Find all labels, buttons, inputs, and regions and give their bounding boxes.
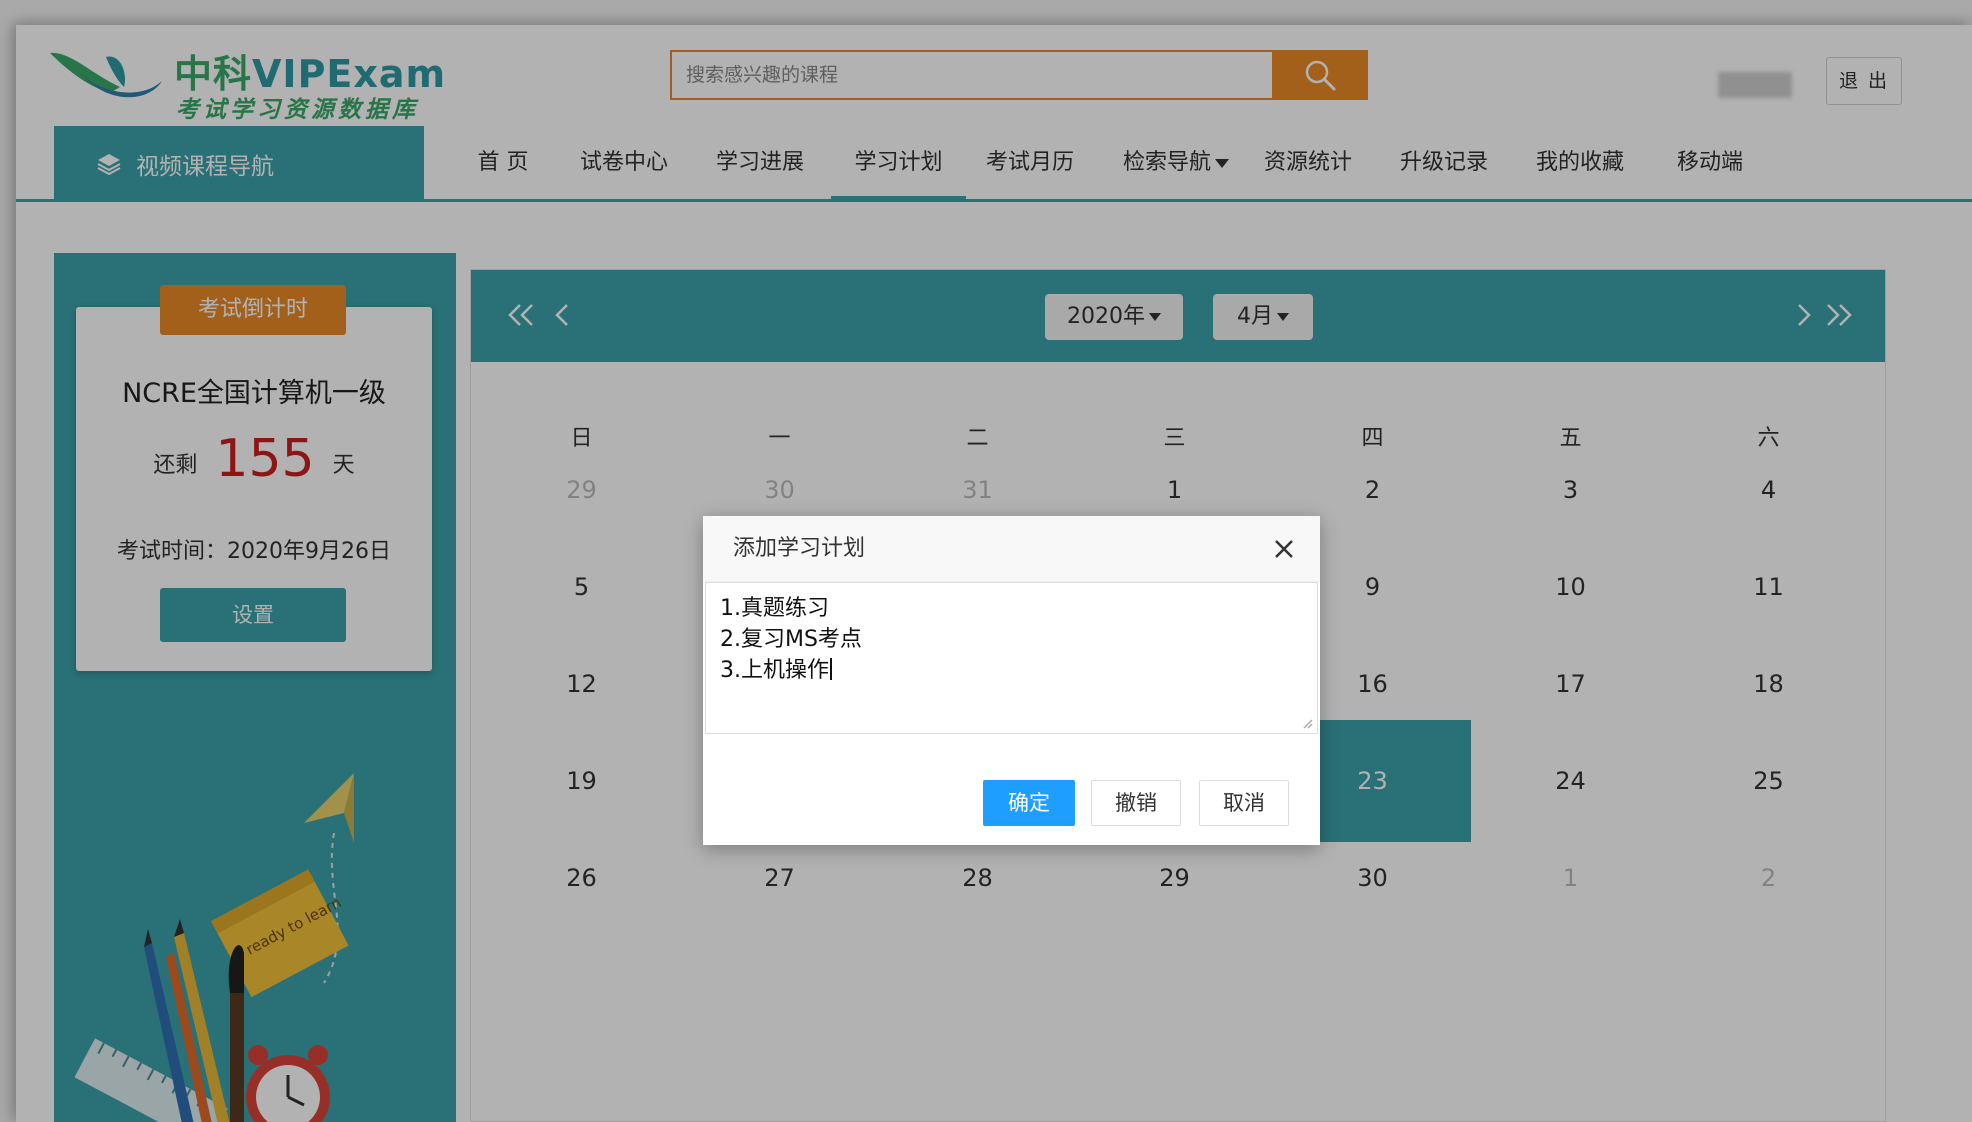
study-plan-line: 1.真题练习: [720, 596, 829, 621]
cancel-button[interactable]: 取消: [1199, 780, 1289, 826]
confirm-button[interactable]: 确定: [983, 780, 1075, 826]
study-plan-textarea[interactable]: 1.真题练习 2.复习MS考点 3.上机操作: [705, 582, 1318, 734]
close-icon: [1275, 540, 1293, 558]
study-plan-line: 3.上机操作: [720, 655, 1303, 686]
study-plan-line: 2.复习MS考点: [720, 627, 862, 652]
undo-button[interactable]: 撤销: [1091, 780, 1181, 826]
dialog-close-button[interactable]: [1270, 535, 1298, 563]
add-study-plan-dialog: 添加学习计划 1.真题练习 2.复习MS考点 3.上机操作 确定 撤销 取消: [703, 516, 1320, 845]
text-cursor: [830, 658, 832, 680]
dialog-title: 添加学习计划: [703, 516, 1320, 582]
resize-grip-icon[interactable]: [1301, 717, 1313, 729]
study-plan-text: 1.真题练习 2.复习MS考点 3.上机操作: [720, 593, 1303, 686]
